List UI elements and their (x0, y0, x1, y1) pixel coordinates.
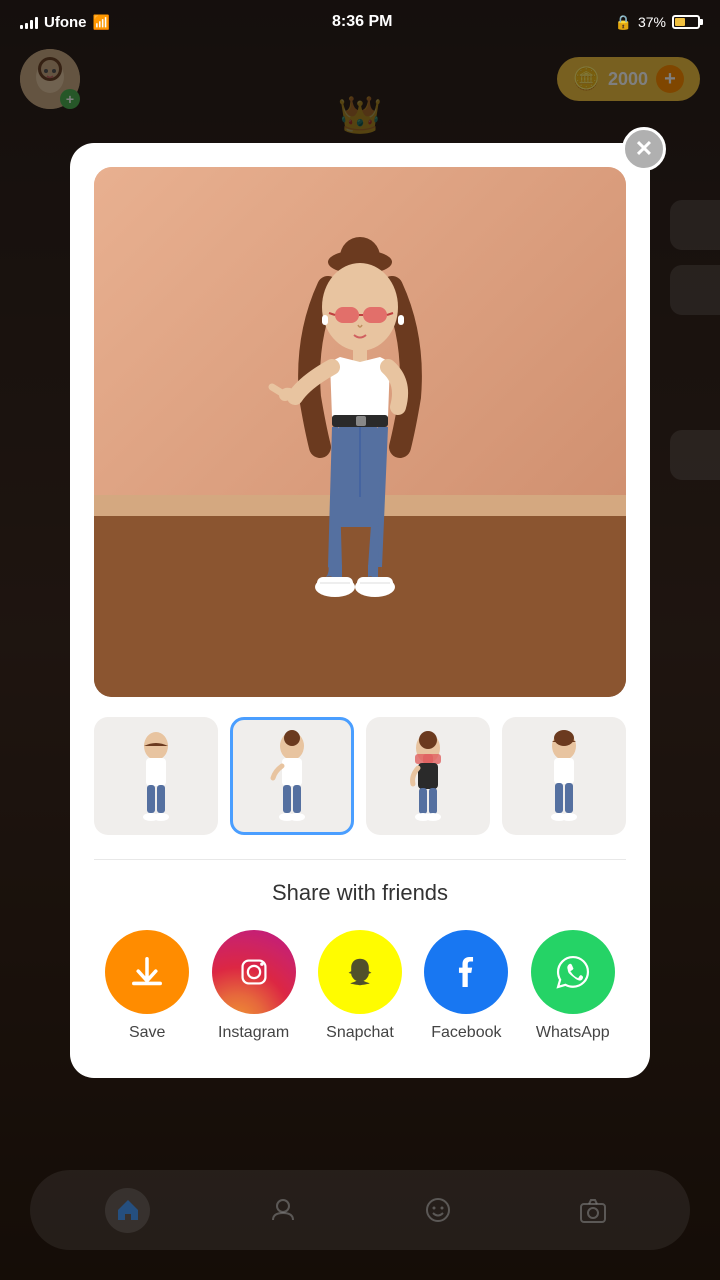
whatsapp-label: WhatsApp (536, 1024, 610, 1042)
share-divider (94, 859, 626, 860)
facebook-label: Facebook (431, 1024, 501, 1042)
avatar-main-display (94, 167, 626, 697)
share-section: Share with friends Save (94, 859, 626, 1042)
share-apps-row: Save Instagram (94, 930, 626, 1042)
share-whatsapp-button[interactable]: WhatsApp (531, 930, 615, 1042)
status-time: 8:36 PM (332, 13, 392, 31)
thumbnail-strip (94, 717, 626, 835)
whatsapp-icon (531, 930, 615, 1014)
carrier-name: Ufone (44, 14, 87, 31)
signal-icon (20, 15, 38, 29)
share-title: Share with friends (94, 880, 626, 906)
share-snapchat-button[interactable]: Snapchat (318, 930, 402, 1042)
share-save-button[interactable]: Save (105, 930, 189, 1042)
battery-icon (672, 15, 700, 29)
close-icon: ✕ (635, 136, 653, 162)
status-left: Ufone 📶 (20, 14, 110, 31)
instagram-icon (212, 930, 296, 1014)
thumbnail-4[interactable] (502, 717, 626, 835)
battery-percent: 37% (638, 14, 666, 30)
snapchat-label: Snapchat (326, 1024, 394, 1042)
lock-icon: 🔒 (615, 14, 632, 31)
character-svg (250, 207, 470, 697)
share-facebook-button[interactable]: Facebook (424, 930, 508, 1042)
save-icon (105, 930, 189, 1014)
thumbnail-3[interactable] (366, 717, 490, 835)
wifi-icon: 📶 (93, 14, 110, 31)
snapchat-icon (318, 930, 402, 1014)
close-button[interactable]: ✕ (622, 127, 666, 171)
share-instagram-button[interactable]: Instagram (212, 930, 296, 1042)
instagram-label: Instagram (218, 1024, 289, 1042)
thumbnail-2[interactable] (230, 717, 354, 835)
status-bar: Ufone 📶 8:36 PM 🔒 37% (0, 0, 720, 44)
status-right: 🔒 37% (615, 14, 700, 31)
share-modal: ✕ (70, 143, 650, 1078)
modal-overlay: ✕ (0, 0, 720, 1280)
facebook-icon (424, 930, 508, 1014)
thumbnail-1[interactable] (94, 717, 218, 835)
save-label: Save (129, 1024, 165, 1042)
